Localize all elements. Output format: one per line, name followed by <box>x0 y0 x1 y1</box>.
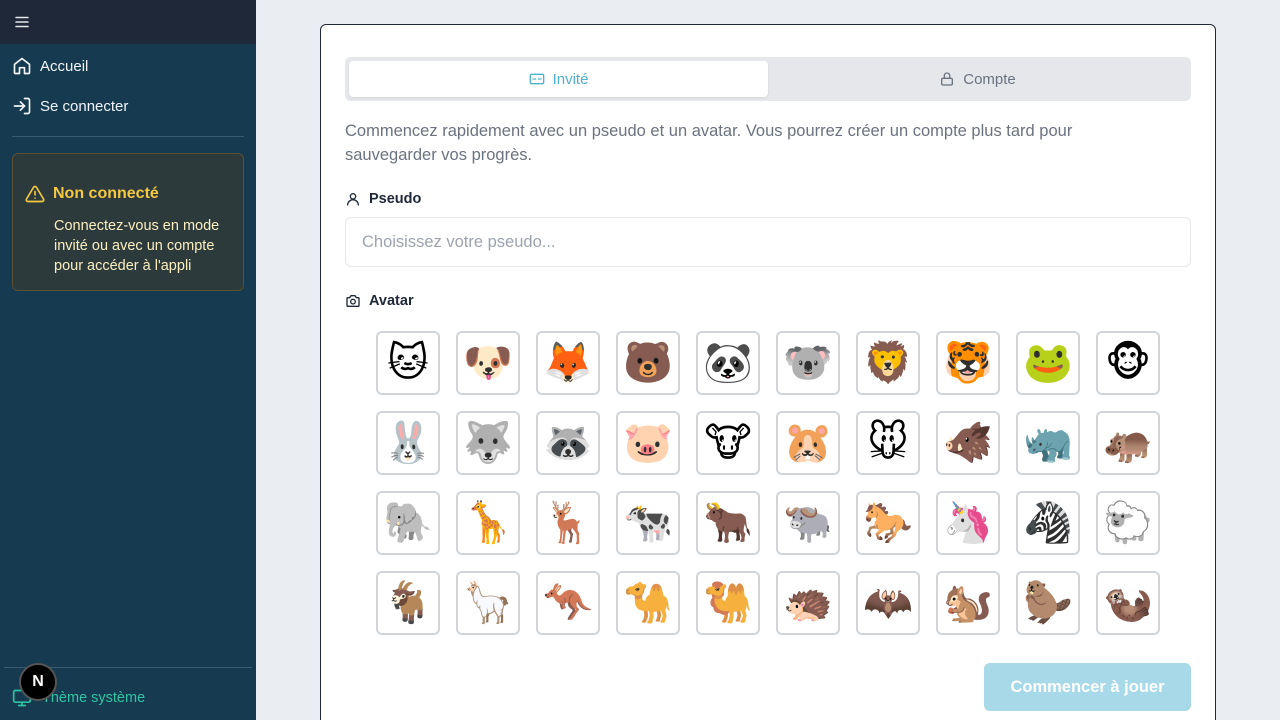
avatar-option[interactable]: 🦊 <box>536 331 600 395</box>
start-playing-button[interactable]: Commencer à jouer <box>984 663 1191 711</box>
avatar-option[interactable]: 🐪 <box>616 571 680 635</box>
sidebar-header <box>0 0 256 44</box>
avatar-option[interactable]: 🐸 <box>1016 331 1080 395</box>
avatar-option[interactable]: 🐃 <box>776 491 840 555</box>
avatar-option[interactable]: 🐯 <box>936 331 1000 395</box>
id-card-icon <box>529 71 545 87</box>
sidebar-item-label: Se connecter <box>40 97 129 115</box>
alert-title: Non connecté <box>53 185 159 202</box>
user-icon <box>345 191 361 207</box>
avatar-option[interactable]: 🐶 <box>456 331 520 395</box>
tab-invite[interactable]: Invité <box>349 61 768 97</box>
avatar-option[interactable]: 🦝 <box>536 411 600 475</box>
avatar-label-text: Avatar <box>369 293 414 309</box>
tab-label: Invité <box>552 70 589 88</box>
tab-label: Compte <box>963 70 1016 88</box>
avatar-option[interactable]: 🐵 <box>1096 331 1160 395</box>
avatar-option[interactable]: 🐮 <box>696 411 760 475</box>
avatar-option[interactable]: 🐷 <box>616 411 680 475</box>
not-connected-alert: Non connecté Connectez-vous en mode invi… <box>12 153 244 291</box>
pseudo-input[interactable] <box>345 217 1191 267</box>
avatar-option[interactable]: 🦫 <box>1016 571 1080 635</box>
avatar-option[interactable]: 🐱 <box>376 331 440 395</box>
avatar-option[interactable]: 🦔 <box>776 571 840 635</box>
hamburger-menu-icon[interactable] <box>12 12 32 32</box>
login-icon <box>12 96 32 116</box>
avatar-option[interactable]: 🐰 <box>376 411 440 475</box>
intro-text: Commencez rapidement avec un pseudo et u… <box>345 122 1073 164</box>
sidebar-item-se-connecter[interactable]: Se connecter <box>0 86 256 126</box>
avatar-option[interactable]: 🦄 <box>936 491 1000 555</box>
tab-compte[interactable]: Compte <box>768 61 1187 97</box>
avatar-option[interactable]: 🦁 <box>856 331 920 395</box>
avatar-option[interactable]: 🐿️ <box>936 571 1000 635</box>
sidebar-item-accueil[interactable]: Accueil <box>0 46 256 86</box>
pseudo-label-text: Pseudo <box>369 191 422 207</box>
nextjs-dev-badge[interactable]: N <box>19 663 57 701</box>
avatar-option[interactable]: 🐗 <box>936 411 1000 475</box>
avatar-option[interactable]: 🐭 <box>856 411 920 475</box>
avatar-option[interactable]: 🦌 <box>536 491 600 555</box>
sidebar: Accueil Se connecter Non connecté Connec… <box>0 0 256 720</box>
alert-title-row: Non connecté <box>25 184 231 204</box>
camera-icon <box>345 293 361 309</box>
avatar-option[interactable]: 🐺 <box>456 411 520 475</box>
alert-text: Connectez-vous en mode invité ou avec un… <box>54 218 220 274</box>
sidebar-divider <box>12 136 244 137</box>
avatar-option[interactable]: 🐼 <box>696 331 760 395</box>
home-icon <box>12 56 32 76</box>
avatar-option[interactable]: 🐂 <box>696 491 760 555</box>
avatar-option[interactable]: 🐐 <box>376 571 440 635</box>
sidebar-item-label: Accueil <box>40 57 89 75</box>
avatar-option[interactable]: 🐨 <box>776 331 840 395</box>
avatar-option[interactable]: 🦦 <box>1096 571 1160 635</box>
avatar-option[interactable]: 🐫 <box>696 571 760 635</box>
avatar-option[interactable]: 🐎 <box>856 491 920 555</box>
avatar-option[interactable]: 🐻 <box>616 331 680 395</box>
avatar-grid: 🐱 🐶 🦊 🐻 🐼 🐨 🦁 🐯 🐸 🐵 🐰 🐺 🦝 🐷 🐮 🐹 🐭 🐗 🦏 🦛 🐘 🦒 🦌 🐄 🐂 🐃 🐎 🦄 🦓 🐑 🐐 🦙 🦘 🐪 🐫 🦔 🦇 🐿️ 🦫… <box>376 331 1160 635</box>
avatar-option[interactable]: 🦓 <box>1016 491 1080 555</box>
avatar-option[interactable]: 🐑 <box>1096 491 1160 555</box>
lock-icon <box>939 71 955 87</box>
pseudo-label: Pseudo <box>345 191 421 207</box>
auth-tabs: Invité Compte <box>345 57 1191 101</box>
avatar-option[interactable]: 🐘 <box>376 491 440 555</box>
warning-icon <box>25 184 45 204</box>
avatar-option[interactable]: 🦘 <box>536 571 600 635</box>
theme-label: Thème système <box>42 690 146 706</box>
avatar-option[interactable]: 🦙 <box>456 571 520 635</box>
avatar-option[interactable]: 🦏 <box>1016 411 1080 475</box>
guest-login-card: Invité Compte Commencez rapidement avec … <box>320 24 1216 720</box>
avatar-option[interactable]: 🦛 <box>1096 411 1160 475</box>
avatar-option[interactable]: 🦇 <box>856 571 920 635</box>
avatar-option[interactable]: 🐹 <box>776 411 840 475</box>
avatar-option[interactable]: 🦒 <box>456 491 520 555</box>
avatar-option[interactable]: 🐄 <box>616 491 680 555</box>
avatar-label: Avatar <box>345 293 414 309</box>
